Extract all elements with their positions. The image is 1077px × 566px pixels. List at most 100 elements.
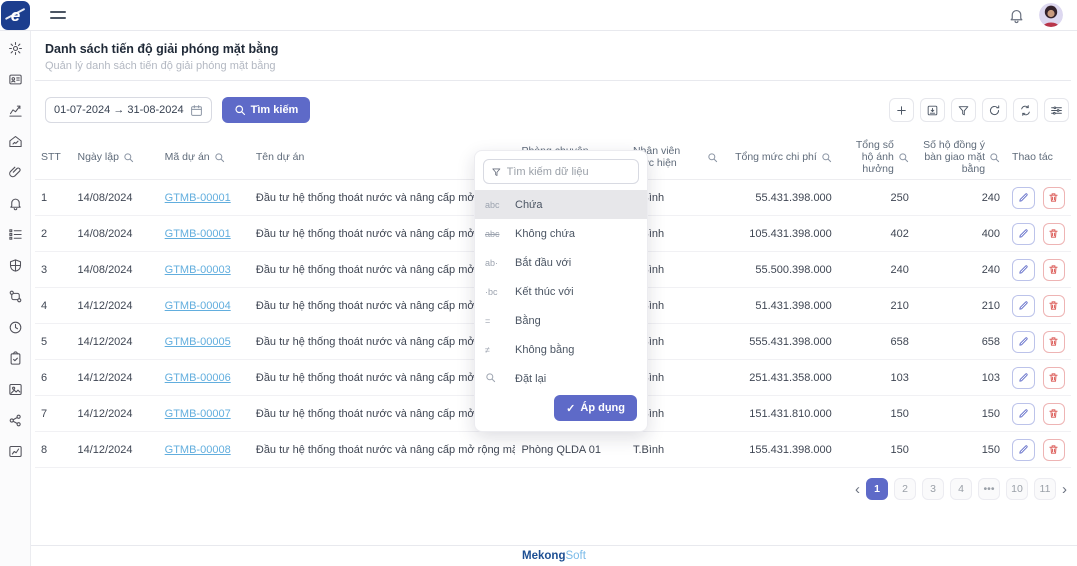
sync-button[interactable] [1013, 98, 1038, 122]
apply-filter-button[interactable]: ✓ Áp dụng [554, 395, 637, 421]
prev-page-button[interactable]: ‹ [855, 482, 860, 497]
equals-icon: = [485, 316, 509, 326]
edit-button[interactable] [1012, 439, 1034, 461]
filter-option-contains[interactable]: abcChứa [475, 190, 647, 219]
notification-bell-icon[interactable] [1008, 7, 1025, 24]
cell-affected: 103 [838, 360, 915, 396]
page-button-10[interactable]: 10 [1006, 478, 1028, 500]
id-card-icon[interactable] [8, 72, 23, 87]
date-range-picker[interactable]: 01-07-2024 → 31-08-2024 [45, 97, 212, 123]
home-dashboard-icon[interactable] [8, 134, 23, 149]
cell-cost: 55.500.398.000 [724, 252, 838, 288]
page-button-11[interactable]: 11 [1034, 478, 1056, 500]
date-range-value: 01-07-2024 → 31-08-2024 [54, 104, 184, 116]
abc-icon: abc [485, 200, 509, 210]
delete-button[interactable] [1043, 439, 1065, 461]
cell-affected: 402 [838, 216, 915, 252]
funnel-icon [957, 104, 970, 117]
cell-actions [1006, 360, 1071, 396]
project-code-link[interactable]: GTMB-00008 [165, 444, 231, 456]
shield-icon[interactable] [8, 258, 23, 273]
column-search-icon[interactable] [989, 152, 1000, 163]
column-search-icon[interactable] [123, 152, 134, 163]
export-button[interactable] [920, 98, 945, 122]
trash-icon [1048, 372, 1059, 383]
delete-button[interactable] [1043, 331, 1065, 353]
column-search-icon[interactable] [707, 152, 718, 163]
project-code-link[interactable]: GTMB-00007 [165, 408, 231, 420]
edit-button[interactable] [1012, 367, 1034, 389]
project-code-link[interactable]: GTMB-00006 [165, 372, 231, 384]
cell-stt: 2 [35, 216, 71, 252]
delete-button[interactable] [1043, 295, 1065, 317]
column-search-icon[interactable] [214, 152, 225, 163]
cell-code: GTMB-00001 [159, 216, 250, 252]
cell-code: GTMB-00005 [159, 324, 250, 360]
page-button-1[interactable]: 1 [866, 478, 888, 500]
filter-option-not-contains[interactable]: abcKhông chứa [475, 219, 647, 248]
project-code-link[interactable]: GTMB-00001 [165, 228, 231, 240]
clock-history-icon[interactable] [8, 320, 23, 335]
page-button-2[interactable]: 2 [894, 478, 916, 500]
filter-option-equals[interactable]: =Bằng [475, 306, 647, 335]
filter-search-input[interactable] [507, 166, 631, 178]
cell-staff: T.Bình [627, 432, 724, 468]
delete-button[interactable] [1043, 367, 1065, 389]
clipboard-check-icon[interactable] [8, 351, 23, 366]
delete-button[interactable] [1043, 187, 1065, 209]
menu-toggle-icon[interactable] [50, 8, 66, 22]
page-button-•••[interactable]: ••• [978, 478, 1000, 500]
user-avatar[interactable] [1039, 3, 1063, 27]
cell-date: 14/08/2024 [71, 180, 158, 216]
project-code-link[interactable]: GTMB-00003 [165, 264, 231, 276]
analytics-chart-icon[interactable] [8, 103, 23, 118]
sliders-icon [1050, 104, 1063, 117]
filter-option-ends-with[interactable]: ·bcKết thúc với [475, 277, 647, 306]
filter-option-not-equals[interactable]: ≠Không bằng [475, 335, 647, 364]
delete-button[interactable] [1043, 223, 1065, 245]
search-button[interactable]: Tìm kiếm [222, 97, 311, 123]
search-icon [234, 104, 246, 116]
filter-option-starts-with[interactable]: ab·Bắt đầu với [475, 248, 647, 277]
cell-cost: 105.431.398.000 [724, 216, 838, 252]
filter-search-box[interactable] [483, 159, 639, 184]
edit-button[interactable] [1012, 223, 1034, 245]
edit-button[interactable] [1012, 295, 1034, 317]
next-page-button[interactable]: › [1062, 482, 1067, 497]
column-search-icon[interactable] [821, 152, 832, 163]
page-button-4[interactable]: 4 [950, 478, 972, 500]
edit-button[interactable] [1012, 259, 1034, 281]
trash-icon [1048, 444, 1059, 455]
column-search-icon[interactable] [898, 152, 909, 163]
cell-code: GTMB-00003 [159, 252, 250, 288]
workflow-icon[interactable] [8, 289, 23, 304]
filter-button[interactable] [951, 98, 976, 122]
media-chart-icon[interactable] [8, 444, 23, 459]
search-button-label: Tìm kiếm [251, 104, 299, 116]
delete-button[interactable] [1043, 403, 1065, 425]
image-icon[interactable] [8, 382, 23, 397]
delete-button[interactable] [1043, 259, 1065, 281]
project-code-link[interactable]: GTMB-00005 [165, 336, 231, 348]
pagination-pages: 1234 ••• 10 11 [866, 478, 1056, 500]
column-settings-button[interactable] [1044, 98, 1069, 122]
edit-button[interactable] [1012, 331, 1034, 353]
trash-icon [1048, 408, 1059, 419]
paperclip-icon[interactable] [8, 165, 23, 180]
page-button-3[interactable]: 3 [922, 478, 944, 500]
refresh-button[interactable] [982, 98, 1007, 122]
cell-cost: 151.431.810.000 [724, 396, 838, 432]
settings-gear-icon[interactable] [8, 41, 23, 56]
app-logo[interactable]: e [1, 1, 30, 30]
project-code-link[interactable]: GTMB-00001 [165, 192, 231, 204]
bell-icon[interactable] [8, 196, 23, 211]
share-nodes-icon[interactable] [8, 413, 23, 428]
project-code-link[interactable]: GTMB-00004 [165, 300, 231, 312]
filter-option-reset[interactable]: Đặt lại [475, 364, 647, 393]
add-button[interactable] [889, 98, 914, 122]
cell-affected: 250 [838, 180, 915, 216]
edit-button[interactable] [1012, 187, 1034, 209]
footer: MekongSoft [31, 545, 1077, 566]
task-list-icon[interactable] [8, 227, 23, 242]
edit-button[interactable] [1012, 403, 1034, 425]
